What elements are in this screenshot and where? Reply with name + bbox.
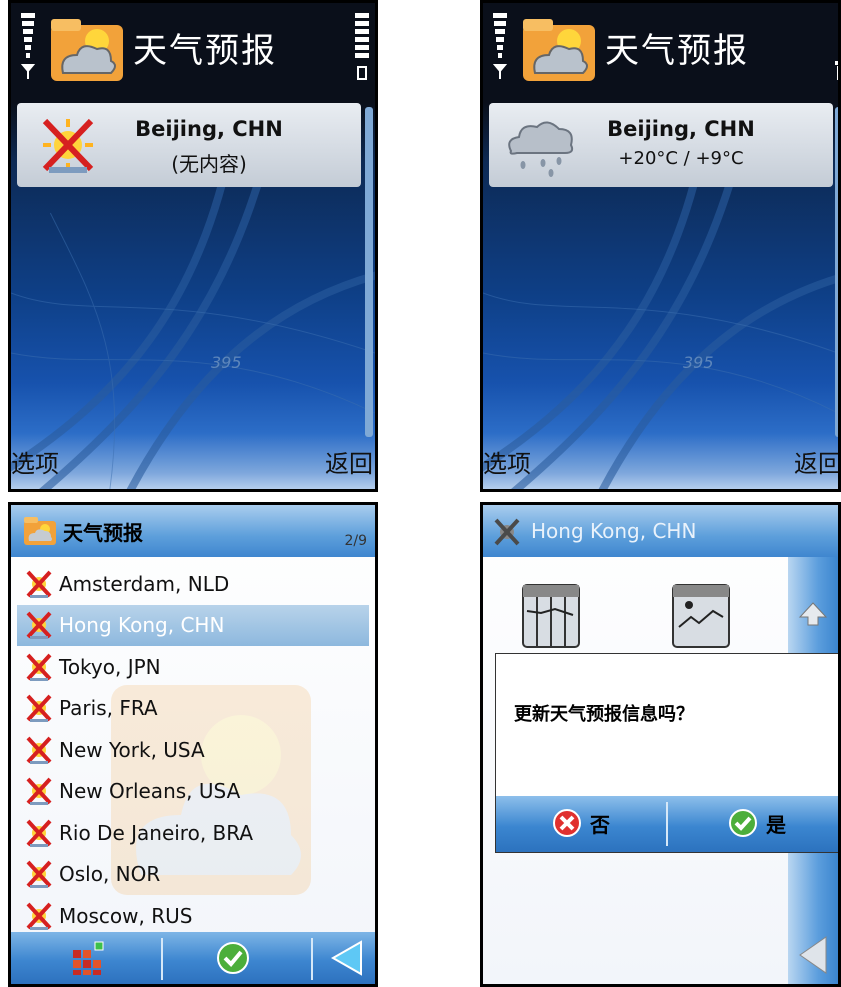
weather-folder-icon	[523, 19, 595, 81]
city-name: Oslo, NOR	[59, 862, 161, 887]
weather-folder-icon	[51, 19, 123, 81]
list-item[interactable]: Amsterdam, NLD	[17, 563, 369, 605]
no-data-weather-icon	[26, 653, 52, 681]
list-position-counter: 2/9	[344, 533, 367, 549]
no-data-weather-icon	[26, 611, 52, 640]
page-title: Hong Kong, CHN	[531, 519, 697, 543]
city-list-screen: 天气预报 2/9 Amsterdam, NLD Hong Kong, CHN Tok…	[8, 502, 378, 987]
page-title: 天气预报	[63, 521, 143, 545]
toolbar-separator	[311, 938, 313, 980]
road-number-label: 395	[683, 353, 714, 372]
battery-level-icon	[355, 13, 369, 80]
yes-button-label: 是	[766, 812, 786, 837]
bottom-toolbar	[11, 932, 375, 984]
page-title: 天气预报	[133, 31, 277, 71]
confirm-dialog: 更新天气预报信息吗？ 否 是	[495, 653, 838, 853]
forecast-calendar-icon[interactable]	[519, 581, 583, 651]
city-name: Paris, FRA	[59, 696, 158, 721]
check-icon	[729, 809, 757, 837]
city-name: Rio De Janeiro, BRA	[59, 820, 254, 845]
list-item[interactable]: New York, USA	[17, 729, 369, 771]
road-number-label: 395	[211, 353, 242, 372]
list-item[interactable]: Rio De Janeiro, BRA	[17, 812, 369, 854]
back-arrow-icon[interactable]	[798, 935, 828, 975]
no-data-weather-icon	[26, 570, 52, 598]
city-name: Amsterdam, NLD	[59, 571, 230, 596]
dialog-button-separator	[666, 802, 668, 846]
apps-icon[interactable]	[71, 940, 105, 976]
back-softkey[interactable]: 返回	[794, 444, 838, 479]
no-data-weather-icon	[26, 777, 52, 806]
list-item[interactable]: Moscow, RUS	[17, 895, 369, 937]
no-button-label: 否	[590, 812, 610, 837]
yes-button[interactable]: 是	[728, 808, 786, 838]
weather-screen-empty: 天气预报 Beijing, CHN (无内容) 选项 返回 395	[8, 0, 378, 492]
city-name: Tokyo, JPN	[59, 654, 161, 679]
city-name: New Orleans, USA	[59, 779, 241, 804]
no-data-weather-icon	[26, 819, 52, 847]
scroll-up-arrow-icon[interactable]	[798, 601, 828, 627]
list-item[interactable]: Hong Kong, CHN	[17, 604, 369, 646]
check-icon[interactable]	[216, 941, 250, 975]
no-data-weather-icon	[26, 694, 52, 723]
signal-strength-icon	[492, 13, 508, 79]
header-bar: Hong Kong, CHN	[483, 505, 838, 557]
page-title: 天气预报	[605, 31, 749, 71]
battery-level-icon	[835, 61, 838, 80]
city-list: Amsterdam, NLD Hong Kong, CHN Tokyo, JPN Pa…	[17, 563, 369, 937]
weather-status: (无内容)	[171, 152, 247, 176]
cancel-icon	[553, 809, 581, 837]
city-name: Beijing, CHN	[135, 117, 283, 141]
city-card[interactable]: Beijing, CHN (无内容)	[17, 103, 361, 187]
update-dialog-screen: Hong Kong, CHN 更新天气预报信息吗？ 否 是	[480, 502, 841, 987]
weather-screen-loaded: 天气预报 Beijing, CHN +20°C / +9°C 选项 返回 395	[480, 0, 841, 492]
options-softkey[interactable]: 选项	[11, 444, 59, 479]
header-bar: 天气预报 2/9	[11, 505, 375, 557]
no-data-weather-icon	[26, 736, 52, 764]
dialog-button-bar: 否 是	[496, 796, 838, 852]
scrollbar[interactable]	[835, 107, 838, 437]
list-item[interactable]: Oslo, NOR	[17, 854, 369, 896]
list-item[interactable]: Paris, FRA	[17, 688, 369, 730]
city-name: Hong Kong, CHN	[59, 613, 225, 638]
back-softkey[interactable]: 返回	[325, 444, 373, 479]
temperature-range: +20°C / +9°C	[618, 148, 744, 169]
dialog-message: 更新天气预报信息吗？	[514, 704, 694, 725]
back-arrow-icon[interactable]	[329, 940, 365, 976]
no-data-weather-icon	[26, 902, 52, 930]
scrollbar[interactable]	[365, 107, 373, 437]
city-name: Moscow, RUS	[59, 903, 193, 928]
toolbar-separator	[161, 938, 163, 980]
city-name: New York, USA	[59, 737, 205, 762]
no-data-weather-icon	[494, 518, 520, 546]
no-button[interactable]: 否	[552, 808, 610, 838]
forecast-graph-icon[interactable]	[669, 581, 733, 651]
list-item[interactable]: Tokyo, JPN	[17, 646, 369, 688]
city-card[interactable]: Beijing, CHN +20°C / +9°C	[489, 103, 833, 187]
options-softkey[interactable]: 选项	[483, 444, 531, 479]
signal-strength-icon	[20, 13, 36, 79]
list-item[interactable]: New Orleans, USA	[17, 771, 369, 813]
no-data-weather-icon	[26, 860, 52, 889]
weather-folder-icon	[24, 517, 56, 545]
city-name: Beijing, CHN	[607, 117, 755, 141]
